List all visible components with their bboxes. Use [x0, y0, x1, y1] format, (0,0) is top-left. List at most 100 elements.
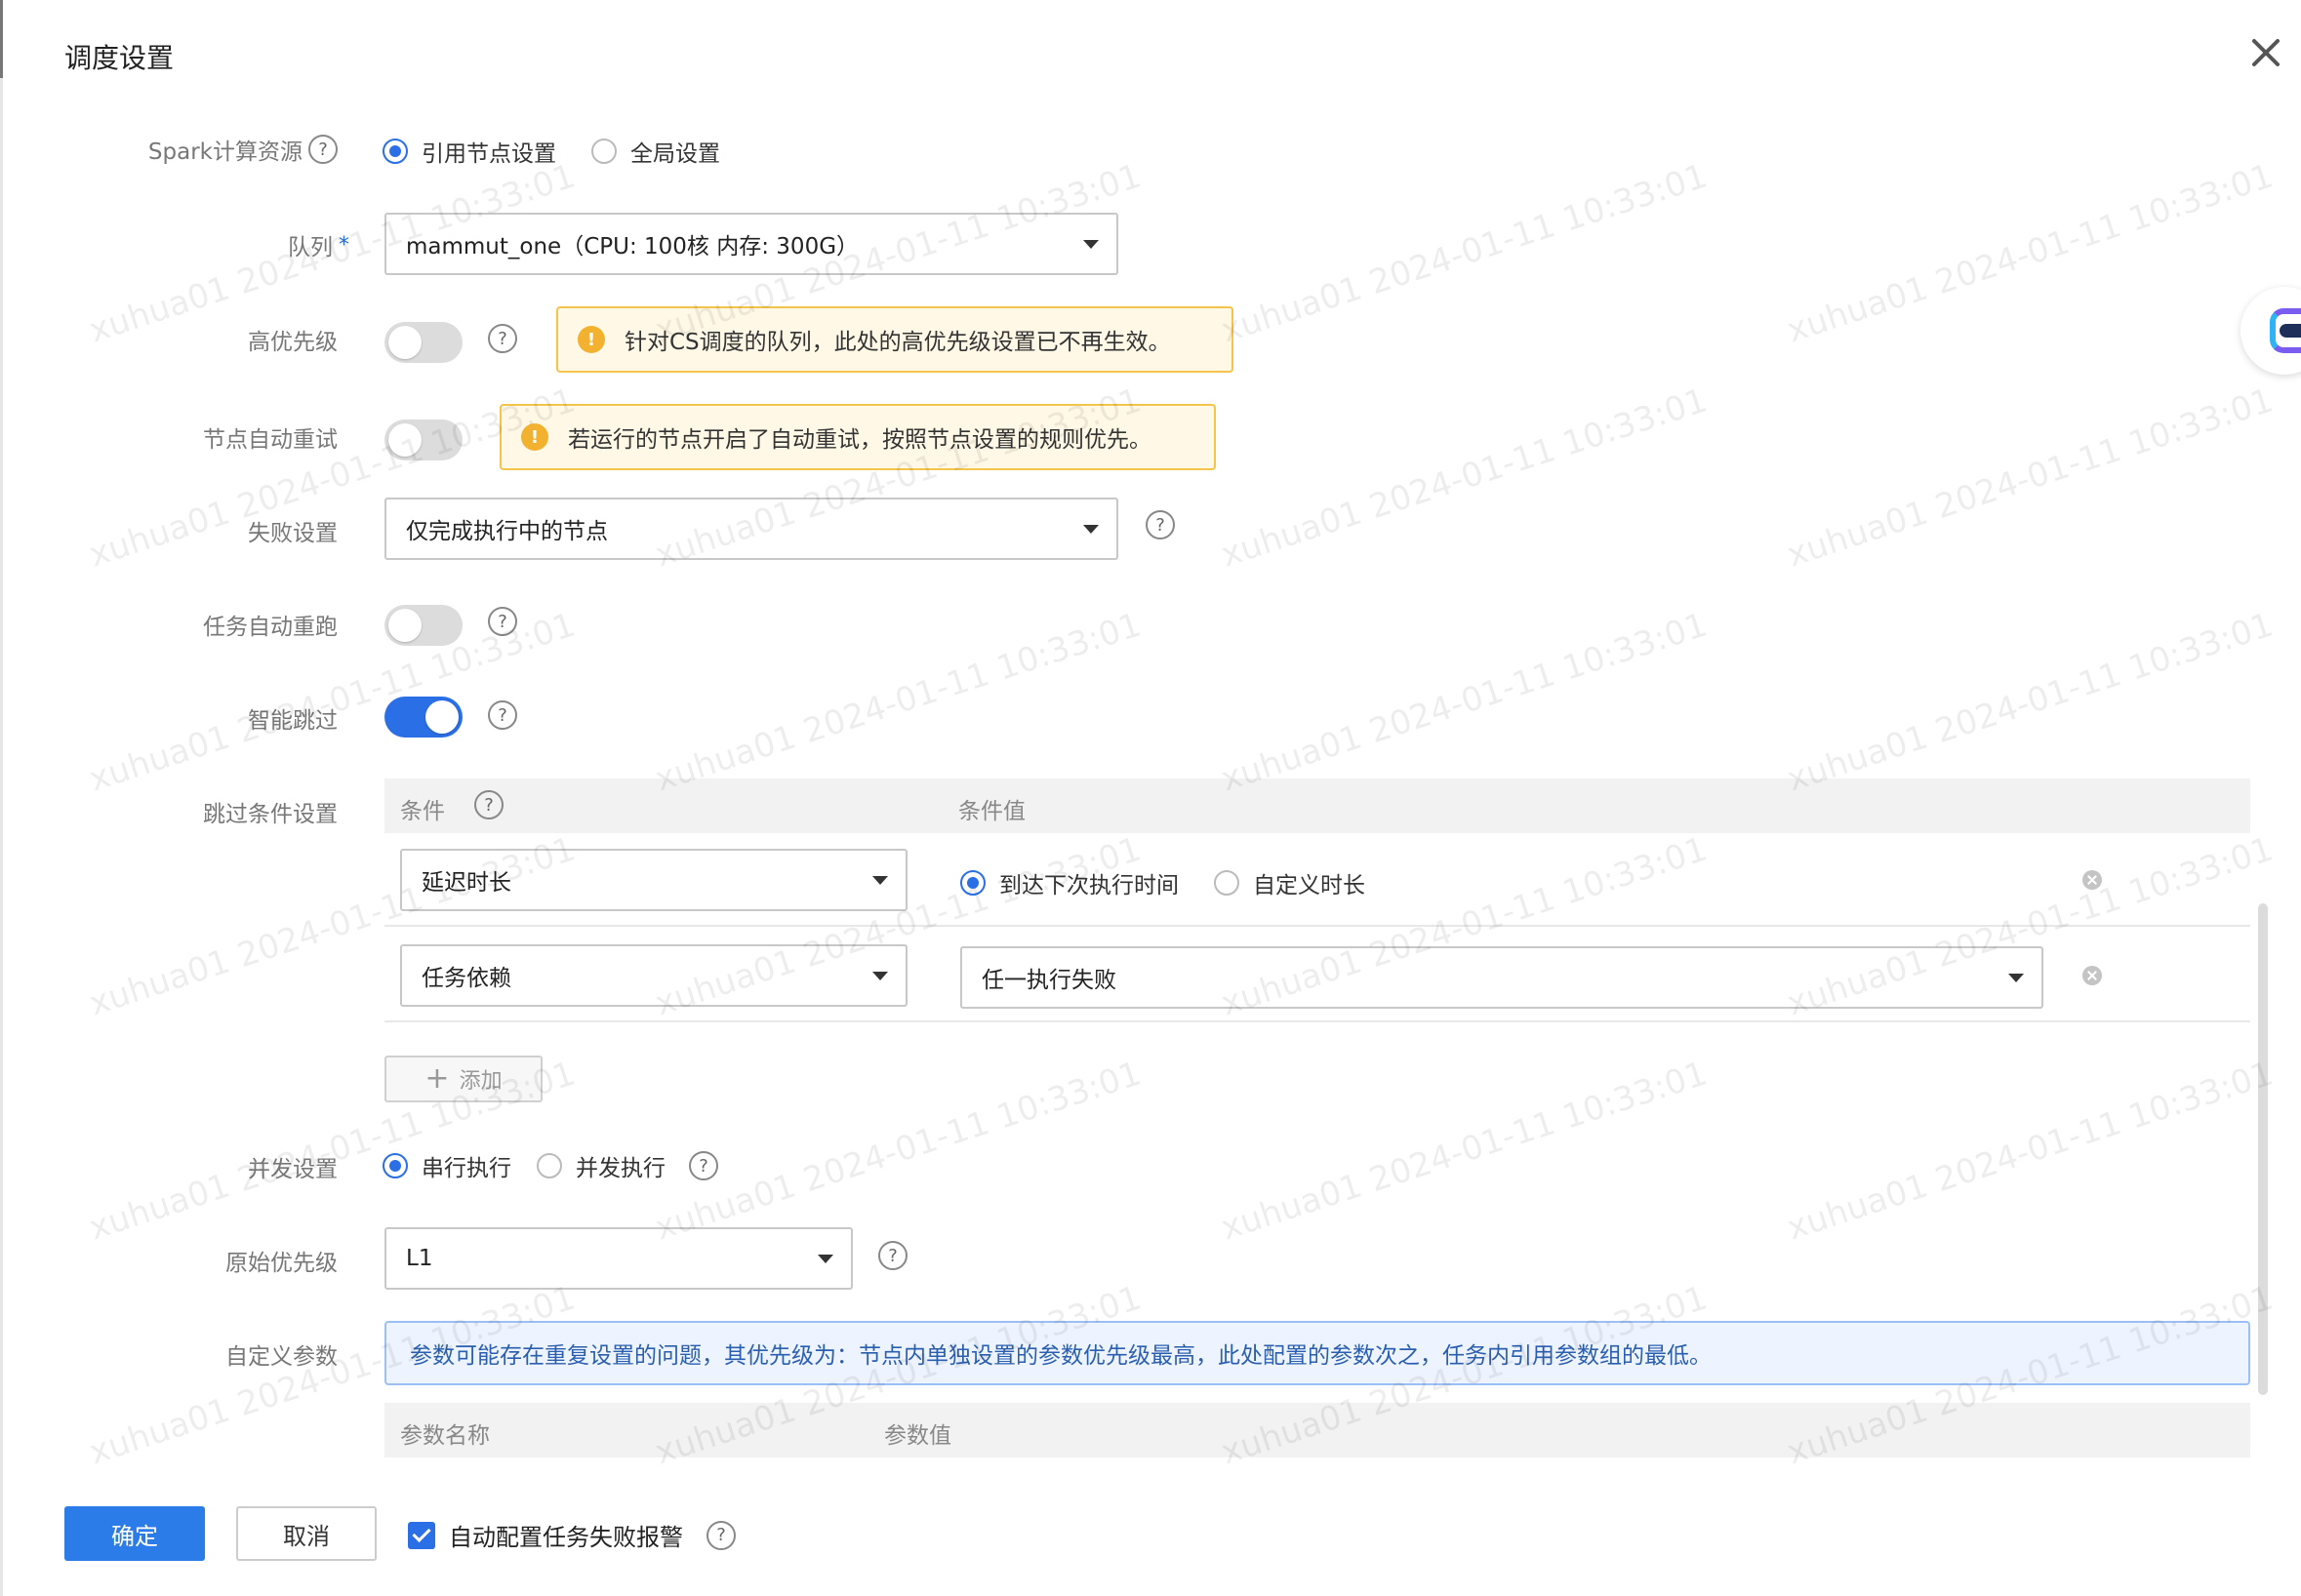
caret-down-icon — [818, 1255, 833, 1263]
queue-label: 队列 * — [288, 228, 349, 261]
caret-down-icon — [872, 972, 888, 980]
radio-checked-icon — [383, 139, 408, 164]
queue-select[interactable]: mammut_one（CPU: 100核 内存: 300G） — [384, 213, 1118, 275]
radio-unchecked-icon — [537, 1153, 562, 1178]
caret-down-icon — [2008, 974, 2024, 982]
warning-text: 针对CS调度的队列，此处的高优先级设置已不再生效。 — [625, 330, 1171, 355]
warning-text: 若运行的节点开启了自动重试，按照节点设置的规则优先。 — [568, 427, 1151, 453]
smart-skip-toggle[interactable] — [384, 697, 463, 738]
failure-select[interactable]: 仅完成执行中的节点 — [384, 498, 1118, 560]
custom-params-info: 参数可能存在重复设置的问题，其优先级为：节点内单独设置的参数优先级最高，此处配置… — [384, 1321, 2250, 1385]
node-retry-toggle[interactable] — [384, 419, 463, 460]
help-icon[interactable]: ? — [1146, 510, 1175, 539]
radio-next-run[interactable]: 到达下次执行时间 — [960, 866, 1179, 899]
row-divider — [384, 925, 2250, 927]
plus-icon: + — [424, 1061, 450, 1096]
radio-spark-node[interactable]: 引用节点设置 — [383, 135, 556, 168]
node-retry-label: 节点自动重试 — [203, 427, 338, 453]
priority-label: 原始优先级 — [225, 1251, 338, 1276]
cancel-button[interactable]: 取消 — [236, 1506, 377, 1561]
column-header-value: 条件值 — [958, 799, 1026, 824]
warning-icon: ! — [578, 326, 605, 353]
help-icon[interactable]: ? — [706, 1520, 736, 1550]
watermark: xuhua01 2024-01-11 10:33:01 — [1782, 380, 2279, 576]
priority-select[interactable]: L1 — [384, 1227, 853, 1290]
warning-icon: ! — [521, 423, 548, 451]
watermark: xuhua01 2024-01-11 10:33:01 — [1216, 156, 1713, 351]
column-header-condition: 条件 — [400, 799, 445, 824]
queue-label-text: 队列 — [288, 235, 333, 260]
assistant-widget[interactable] — [2240, 287, 2301, 375]
watermark: xuhua01 2024-01-11 10:33:01 — [650, 1054, 1147, 1249]
spark-radio-group: 引用节点设置 全局设置 — [383, 135, 755, 168]
watermark: xuhua01 2024-01-11 10:33:01 — [1216, 380, 1713, 576]
spark-label-text: Spark计算资源 — [147, 140, 303, 165]
column-header-param-value: 参数值 — [884, 1423, 951, 1449]
radio-checked-icon — [383, 1153, 408, 1178]
scrollbar[interactable] — [2258, 903, 2268, 1395]
condition-select-2[interactable]: 任务依赖 — [400, 944, 908, 1007]
concurrency-radio-group: 串行执行 并发执行 ? — [383, 1149, 718, 1182]
task-rerun-toggle[interactable] — [384, 605, 463, 646]
info-text: 参数可能存在重复设置的问题，其优先级为：节点内单独设置的参数优先级最高，此处配置… — [410, 1343, 1712, 1369]
auto-alert-checkbox[interactable]: 自动配置任务失败报警 ? — [408, 1518, 736, 1552]
radio-serial[interactable]: 串行执行 — [383, 1149, 511, 1182]
caret-down-icon — [1083, 525, 1099, 534]
condition-value: 任一执行失败 — [982, 968, 1116, 993]
checkbox-checked-icon — [408, 1521, 435, 1549]
radio-checked-icon — [960, 870, 986, 896]
help-icon[interactable]: ? — [488, 700, 517, 730]
radio-label: 引用节点设置 — [422, 141, 556, 167]
watermark: xuhua01 2024-01-11 10:33:01 — [650, 605, 1147, 800]
help-icon[interactable]: ? — [878, 1241, 908, 1270]
watermark: xuhua01 2024-01-11 10:33:01 — [1216, 605, 1713, 800]
close-icon[interactable] — [2246, 33, 2285, 72]
radio-label: 并发执行 — [576, 1156, 666, 1181]
remove-row-icon[interactable] — [2082, 966, 2102, 985]
help-icon[interactable]: ? — [308, 135, 338, 164]
help-icon[interactable]: ? — [488, 607, 517, 636]
high-priority-label: 高优先级 — [248, 330, 338, 355]
caret-down-icon — [872, 876, 888, 885]
dialog-title: 调度设置 — [64, 42, 175, 74]
condition-select-1[interactable]: 延迟时长 — [400, 849, 908, 911]
radio-unchecked-icon — [591, 139, 617, 164]
node-retry-warning: ! 若运行的节点开启了自动重试，按照节点设置的规则优先。 — [500, 404, 1216, 470]
watermark: xuhua01 2024-01-11 10:33:01 — [1782, 605, 2279, 800]
condition-value-select-2[interactable]: 任一执行失败 — [960, 946, 2043, 1009]
confirm-button[interactable]: 确定 — [64, 1506, 205, 1561]
radio-label: 自定义时长 — [1253, 873, 1365, 898]
remove-row-icon[interactable] — [2082, 870, 2102, 890]
row-divider — [384, 1020, 2250, 1022]
left-edge — [0, 0, 3, 1596]
required-mark: * — [339, 232, 349, 258]
radio-label: 到达下次执行时间 — [999, 873, 1179, 898]
radio-label: 全局设置 — [630, 141, 720, 167]
watermark: xuhua01 2024-01-11 10:33:01 — [1782, 1054, 2279, 1249]
failure-label: 失败设置 — [248, 521, 338, 546]
queue-value: mammut_one（CPU: 100核 内存: 300G） — [406, 234, 860, 259]
radio-spark-global[interactable]: 全局设置 — [591, 135, 720, 168]
spark-label: Spark计算资源 ? — [148, 133, 338, 166]
high-priority-warning: ! 针对CS调度的队列，此处的高优先级设置已不再生效。 — [556, 306, 1233, 373]
help-icon[interactable]: ? — [474, 790, 504, 819]
radio-unchecked-icon — [1214, 870, 1239, 896]
skip-conditions-header: 条件 ? 条件值 — [384, 778, 2250, 833]
watermark: xuhua01 2024-01-11 10:33:01 — [1216, 1054, 1713, 1249]
radio-custom-duration[interactable]: 自定义时长 — [1214, 866, 1365, 899]
priority-value: L1 — [406, 1246, 433, 1271]
column-header-param-name: 参数名称 — [400, 1423, 490, 1449]
help-icon[interactable]: ? — [689, 1151, 718, 1180]
add-condition-button[interactable]: + 添加 — [384, 1056, 543, 1102]
watermark: xuhua01 2024-01-11 10:33:01 — [1782, 156, 2279, 351]
custom-params-label: 自定义参数 — [225, 1344, 338, 1370]
radio-parallel[interactable]: 并发执行 — [537, 1149, 666, 1182]
radio-label: 串行执行 — [422, 1156, 511, 1181]
high-priority-toggle[interactable] — [384, 322, 463, 363]
caret-down-icon — [1083, 240, 1099, 249]
condition-value: 任务依赖 — [422, 966, 511, 991]
custom-params-header: 参数名称 参数值 — [384, 1403, 2250, 1457]
condition-value-radio-group: 到达下次执行时间 自定义时长 — [960, 866, 1400, 899]
task-rerun-label: 任务自动重跑 — [203, 615, 338, 640]
help-icon[interactable]: ? — [488, 324, 517, 353]
